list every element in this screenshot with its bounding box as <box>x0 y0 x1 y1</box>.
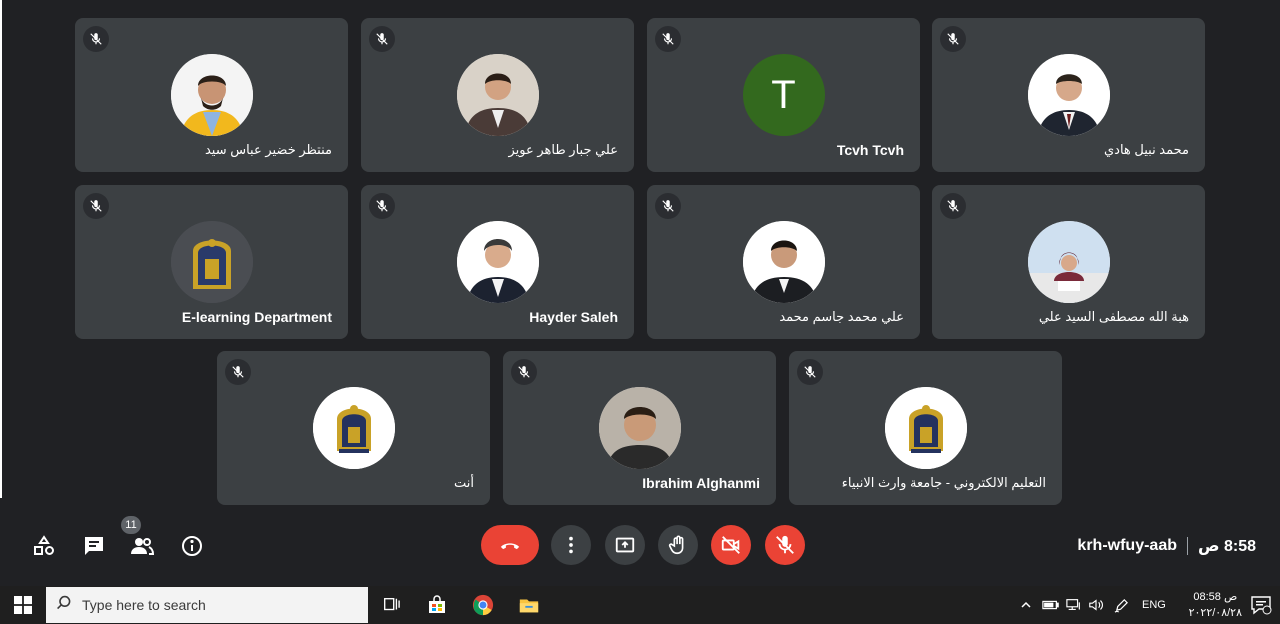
participant-name: علي جبار طاهر عويز <box>508 142 618 157</box>
participant-name: محمد نبيل هادي <box>1103 142 1189 157</box>
mic-off-icon <box>940 26 966 52</box>
avatar <box>456 54 539 136</box>
participant-name: Ibrahim Alghanmi <box>642 475 760 491</box>
language-indicator[interactable]: ENG <box>1142 586 1166 624</box>
mic-off-icon <box>655 193 681 219</box>
mic-off-icon <box>940 193 966 219</box>
meeting-details[interactable]: krh-wfuy-aab 8:58 ص <box>1077 536 1256 556</box>
mic-off-icon <box>369 26 395 52</box>
search-placeholder: Type here to search <box>82 597 206 613</box>
participant-name: E-learning Department <box>181 309 332 325</box>
participant-name: منتظر خضير عباس سيد <box>204 142 332 157</box>
windows-taskbar: Type here to search ENG 08:58 ص ٢٠٢٢/٠٨/… <box>0 586 1280 624</box>
avatar <box>170 54 253 136</box>
participant-tile[interactable]: علي جبار طاهر عويز <box>361 18 634 172</box>
participant-tile[interactable]: هبة الله مصطفى السيد علي <box>932 185 1205 339</box>
mic-off-icon <box>655 26 681 52</box>
avatar <box>598 387 681 469</box>
chrome-icon[interactable] <box>470 592 496 618</box>
battery-icon[interactable] <box>1042 586 1060 624</box>
participant-name: التعليم الالكتروني - جامعة وارث الانبياء <box>841 475 1046 490</box>
taskbar-search-box[interactable]: Type here to search <box>46 587 368 623</box>
windows-start-icon[interactable] <box>0 586 46 624</box>
mic-off-icon <box>369 193 395 219</box>
divider <box>1187 537 1188 555</box>
task-view-icon[interactable] <box>378 592 404 618</box>
camera-off-icon[interactable] <box>711 525 751 565</box>
pen-icon[interactable] <box>1114 586 1129 624</box>
meeting-time: 8:58 ص <box>1198 538 1256 555</box>
chat-icon[interactable] <box>80 532 108 560</box>
volume-icon[interactable] <box>1088 586 1104 624</box>
people-count-badge: 11 <box>121 516 141 534</box>
participant-name: Tcvh Tcvh <box>836 142 904 158</box>
phone-hangup-icon[interactable] <box>481 525 539 565</box>
mic-off-icon[interactable] <box>765 525 805 565</box>
chevron-up-icon[interactable] <box>1020 586 1032 624</box>
participant-tile-self[interactable]: أنت <box>217 351 490 505</box>
present-screen-icon[interactable] <box>605 525 645 565</box>
mic-off-icon <box>83 26 109 52</box>
participant-name: هبة الله مصطفى السيد علي <box>1038 309 1189 324</box>
university-logo <box>312 387 395 469</box>
meeting-code: krh-wfuy-aab <box>1077 537 1177 554</box>
mic-off-icon <box>511 359 537 385</box>
notification-icon[interactable] <box>1250 595 1272 615</box>
file-explorer-icon[interactable] <box>516 592 542 618</box>
search-icon <box>56 595 72 616</box>
taskbar-clock[interactable]: 08:58 ص ٢٠٢٢/٠٨/٢٨ <box>1189 589 1242 621</box>
participant-tile[interactable]: محمد نبيل هادي <box>932 18 1205 172</box>
people-icon[interactable] <box>128 532 156 560</box>
university-logo <box>170 221 253 303</box>
avatar <box>1027 54 1110 136</box>
window-edge <box>0 0 2 498</box>
info-icon[interactable] <box>178 532 206 560</box>
participant-tile[interactable]: علي محمد جاسم محمد <box>647 185 920 339</box>
participant-tile[interactable]: Ibrahim Alghanmi <box>503 351 776 505</box>
participant-tile[interactable]: Hayder Saleh <box>361 185 634 339</box>
participant-name: Hayder Saleh <box>529 309 618 325</box>
store-icon[interactable] <box>424 592 450 618</box>
meet-stage: منتظر خضير عباس سيد علي جبار طاهر عويز T… <box>0 0 1280 586</box>
shapes-icon[interactable] <box>30 532 58 560</box>
participant-name: أنت <box>454 475 474 490</box>
avatar <box>1027 221 1110 303</box>
university-logo <box>884 387 967 469</box>
mic-off-icon <box>83 193 109 219</box>
mic-off-icon <box>797 359 823 385</box>
participant-tile[interactable]: منتظر خضير عباس سيد <box>75 18 348 172</box>
hand-icon[interactable] <box>658 525 698 565</box>
participant-name: علي محمد جاسم محمد <box>779 309 904 324</box>
participant-tile[interactable]: T Tcvh Tcvh <box>647 18 920 172</box>
participant-tile[interactable]: E-learning Department <box>75 185 348 339</box>
more-vert-icon[interactable] <box>551 525 591 565</box>
avatar-initial: T <box>742 54 825 136</box>
clock-date: ٢٠٢٢/٠٨/٢٨ <box>1188 607 1242 619</box>
clock-time: 08:58 ص <box>1193 591 1238 603</box>
avatar <box>456 221 539 303</box>
mic-off-icon <box>225 359 251 385</box>
network-icon[interactable] <box>1066 586 1082 624</box>
participant-tile[interactable]: التعليم الالكتروني - جامعة وارث الانبياء <box>789 351 1062 505</box>
avatar <box>742 221 825 303</box>
